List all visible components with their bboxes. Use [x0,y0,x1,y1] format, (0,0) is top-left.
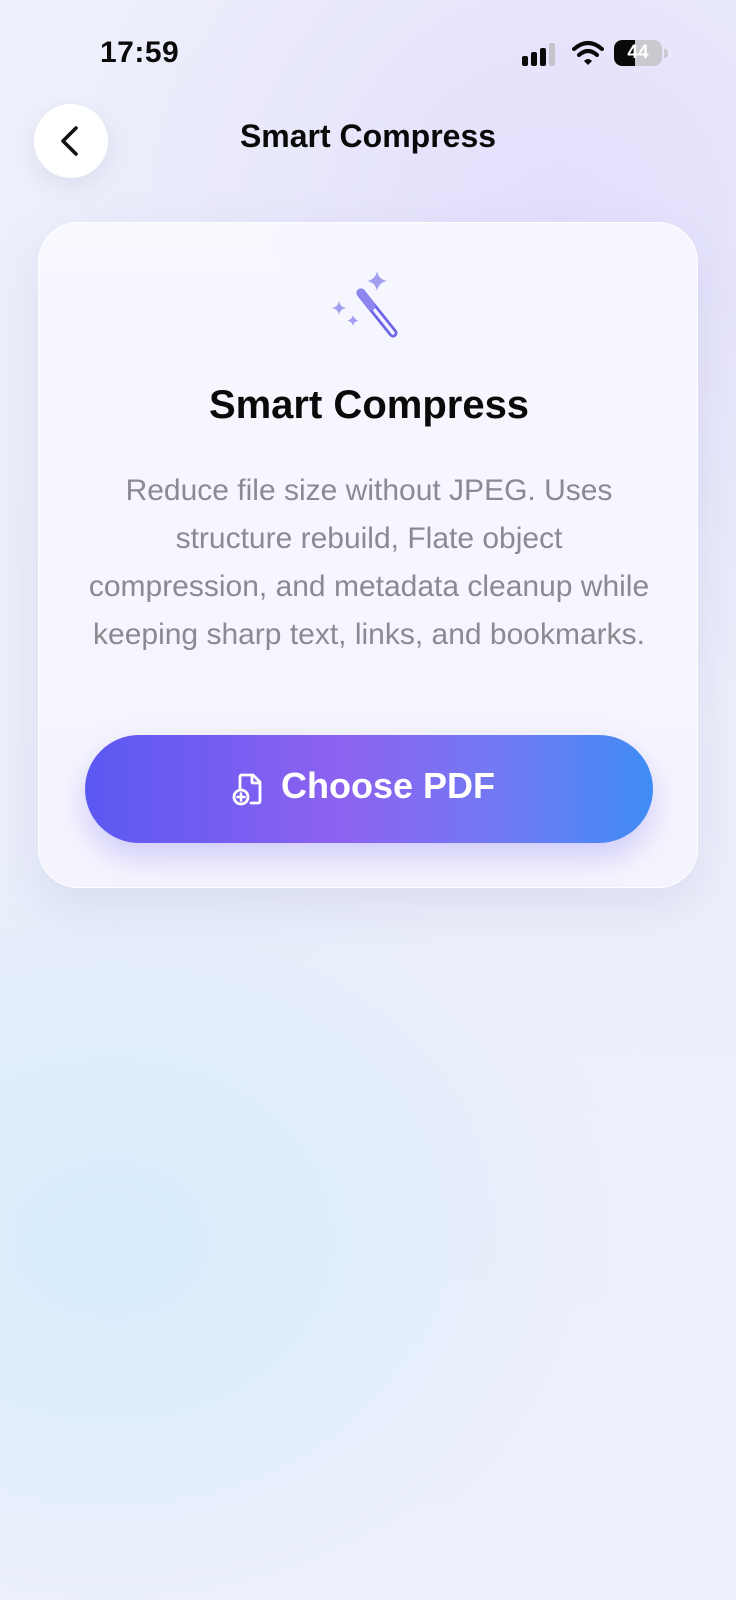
battery-level: 44 [627,42,649,63]
magic-wand-icon [332,271,398,338]
page-title: Smart Compress [239,118,497,154]
wifi-icon [572,41,604,65]
choose-pdf-label: Choose PDF [281,765,496,806]
card-description: Reduce file size without JPEG. Uses stru… [88,474,650,651]
back-button[interactable] [34,104,108,178]
chevron-left-icon [61,126,78,156]
battery-cap [664,49,668,58]
battery-body: 44 [614,40,662,66]
cellular-signal-icon [522,43,555,66]
add-document-icon [232,773,262,806]
battery-indicator: 44 [614,40,668,68]
card-title: Smart Compress [208,383,530,427]
status-time: 17:59 [100,36,180,69]
choose-pdf-button[interactable]: Choose PDF [85,735,653,843]
status-bar: 17:59 44 [0,0,736,100]
smart-compress-card: Smart Compress Reduce file size without … [38,222,698,888]
